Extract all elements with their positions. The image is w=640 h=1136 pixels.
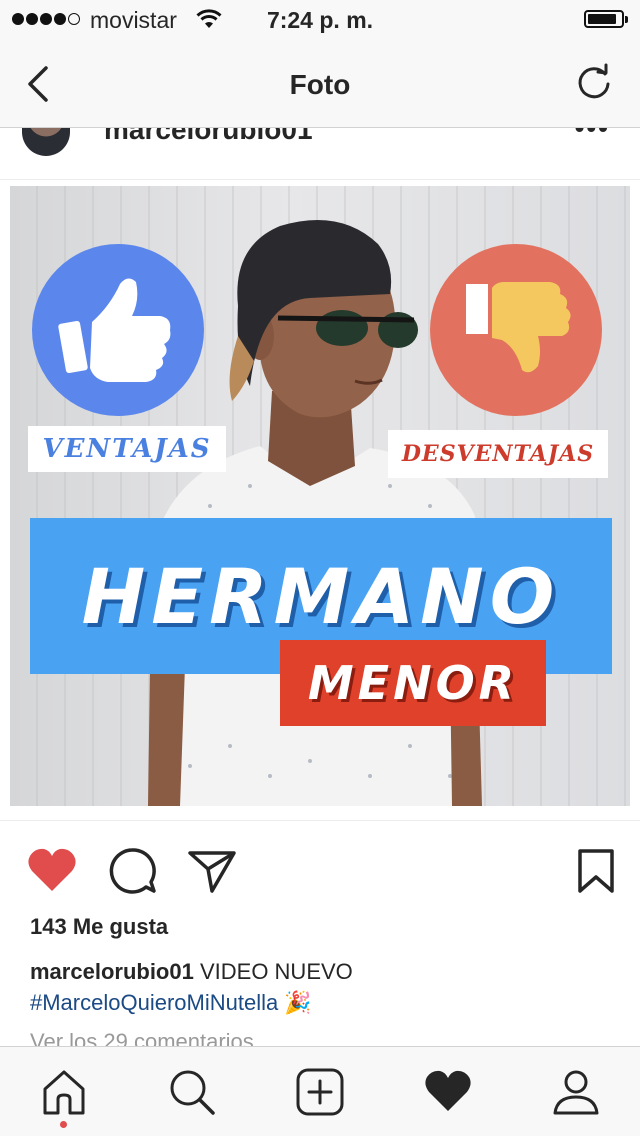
home-icon[interactable]	[39, 1067, 89, 1117]
refresh-button[interactable]	[574, 62, 614, 102]
hermano-text: HERMANO	[81, 551, 561, 641]
share-icon[interactable]	[186, 845, 238, 897]
post-caption: marcelorubio01 VIDEO NUEVO #MarceloQuier…	[30, 956, 620, 1018]
menor-banner: MENOR	[280, 640, 546, 726]
bookmark-icon[interactable]	[570, 845, 622, 897]
search-icon[interactable]	[167, 1067, 217, 1117]
status-bar: movistar 7:24 p. m.	[0, 0, 640, 40]
more-options-button[interactable]: •••	[575, 128, 610, 144]
battery-icon	[584, 10, 628, 28]
thumbs-down-circle	[430, 244, 602, 416]
thumbs-up-circle	[32, 244, 204, 416]
post-header: marcelorubio01 •••	[0, 128, 640, 180]
post-username[interactable]: marcelorubio01	[104, 128, 313, 146]
navigation-bar: Foto	[0, 40, 640, 128]
desventajas-label: DESVENTAJAS	[388, 430, 608, 478]
thumbs-up-icon	[58, 278, 171, 382]
view-comments-link[interactable]: Ver los 29 comentarios	[30, 1030, 254, 1046]
view-comments-text: Ver los 29 comentarios	[30, 1030, 254, 1046]
caption-text: VIDEO NUEVO	[199, 959, 353, 984]
menor-text: MENOR	[307, 656, 519, 710]
heart-icon[interactable]	[423, 1067, 473, 1117]
post-actions	[0, 820, 640, 910]
likes-count[interactable]: 143 Me gusta	[30, 914, 168, 940]
add-post-icon[interactable]	[295, 1067, 345, 1117]
caption-username[interactable]: marcelorubio01	[30, 959, 194, 984]
tab-bar	[0, 1046, 640, 1136]
status-time: 7:24 p. m.	[266, 7, 374, 33]
party-emoji: 🎉	[284, 990, 312, 1015]
thumbs-down-icon	[466, 282, 571, 373]
ventajas-label: VENTAJAS	[28, 426, 226, 472]
caption-hashtag[interactable]: #MarceloQuieroMiNutella	[30, 990, 278, 1015]
comment-icon[interactable]	[106, 845, 158, 897]
post-image[interactable]: VENTAJAS DESVENTAJAS HERMANO MENOR	[10, 186, 630, 806]
page-title: Foto	[289, 69, 351, 100]
profile-icon[interactable]	[551, 1067, 601, 1117]
avatar[interactable]	[22, 128, 70, 156]
like-heart-icon[interactable]	[26, 845, 78, 897]
active-tab-indicator	[60, 1121, 67, 1128]
